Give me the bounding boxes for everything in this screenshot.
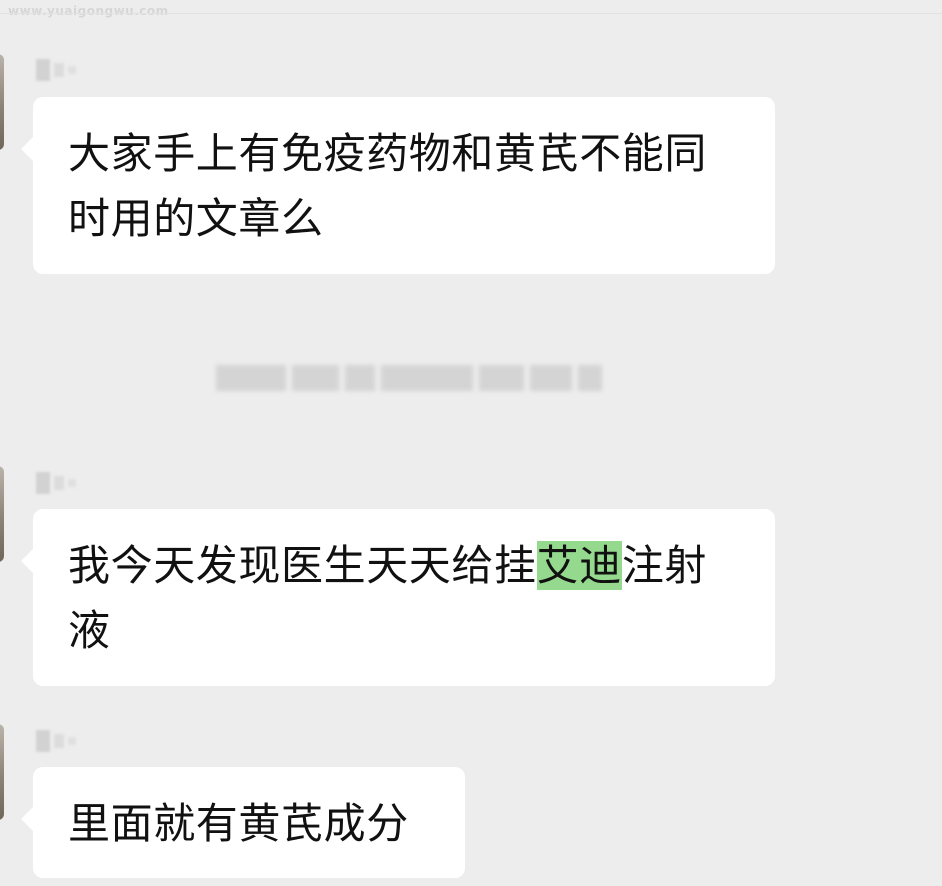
avatar[interactable]: [0, 724, 4, 820]
avatar[interactable]: [0, 54, 4, 150]
message-bubble[interactable]: 大家手上有免疫药物和黄芪不能同 时用的文章么: [21, 97, 775, 274]
sender-name-blurred: [36, 56, 88, 84]
highlighted-text[interactable]: 艾迪: [536, 541, 622, 590]
blurred-block: [54, 63, 64, 77]
message-text-line: 液: [68, 606, 111, 655]
blurred-block: [36, 730, 50, 752]
blurred-block: [478, 365, 525, 391]
chat-screen: www.yuaigongwu.com 大家手上有免疫药物和黄芪不能同 时用的文章…: [0, 0, 942, 886]
blurred-block: [68, 737, 76, 745]
timestamp-blurred: [216, 358, 603, 398]
blurred-block: [54, 476, 64, 490]
message-text: 我今天发现医生天天给挂: [68, 541, 537, 590]
message-text-line: 里面就有黄芪成分: [68, 799, 409, 848]
blurred-block: [36, 59, 50, 81]
blurred-block: [54, 734, 64, 748]
watermark: www.yuaigongwu.com: [8, 4, 169, 18]
message-text-line: 大家手上有免疫药物和黄芪不能同: [68, 129, 708, 178]
blurred-block: [36, 472, 50, 494]
avatar[interactable]: [0, 466, 4, 562]
message-text: 注射: [621, 541, 708, 590]
divider: [0, 13, 942, 14]
blurred-block: [216, 365, 286, 391]
blurred-block: [578, 365, 603, 391]
message-bubble[interactable]: 我今天发现医生天天给挂艾迪注射 液: [21, 509, 775, 686]
message-text-line: 我今天发现医生天天给挂艾迪注射: [68, 533, 775, 598]
blurred-block: [381, 365, 473, 391]
message-text-line: 时用的文章么: [68, 194, 324, 243]
blurred-block: [530, 365, 573, 391]
blurred-block: [68, 66, 76, 74]
blurred-block: [345, 365, 376, 391]
sender-name-blurred: [36, 727, 88, 755]
sender-name-blurred: [36, 469, 88, 497]
blurred-block: [291, 365, 340, 391]
message-bubble[interactable]: 里面就有黄芪成分: [21, 767, 465, 878]
blurred-block: [68, 479, 76, 487]
